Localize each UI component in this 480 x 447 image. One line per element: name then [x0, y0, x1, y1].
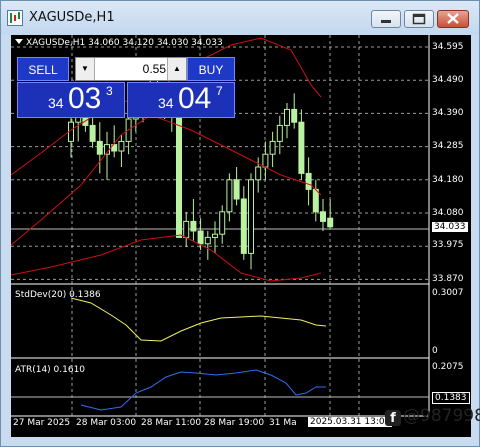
lot-size-value[interactable]: 0.55	[96, 62, 166, 76]
window-title: XAGUSDe,H1	[29, 10, 115, 25]
sell-button[interactable]: SELL	[17, 57, 69, 81]
sell-price-fraction: 3	[106, 84, 113, 98]
lower-band-line	[11, 234, 322, 282]
price-tick: 34.180	[432, 175, 464, 185]
middle-band-line	[11, 114, 322, 246]
candle-body	[298, 121, 305, 174]
minimize-button[interactable]	[371, 10, 401, 28]
lot-increase-icon[interactable]: ▲	[167, 58, 186, 80]
candle-body	[233, 179, 240, 200]
candle-body	[262, 153, 269, 168]
stddev-axis-bottom: 0	[432, 346, 438, 356]
time-tick: 27 Mar 2025	[13, 418, 71, 428]
atr-current-label: 0.1383	[432, 392, 470, 404]
buy-price-fraction: 7	[216, 84, 223, 98]
candle-body	[248, 179, 254, 254]
atr-axis-top: 0.2075	[432, 362, 464, 372]
price-tick: 33.975	[432, 240, 464, 250]
candle-body	[269, 140, 276, 155]
restore-icon	[412, 13, 426, 25]
chart-window-icon	[7, 10, 23, 26]
time-tick: 31 Ma	[269, 418, 297, 428]
atr-line	[80, 369, 326, 411]
price-tick: 34.080	[432, 208, 464, 218]
candle-body	[176, 115, 182, 238]
maximize-button[interactable]	[404, 10, 434, 28]
sell-quote[interactable]: 34 03 3	[17, 82, 125, 118]
candle-body	[89, 124, 96, 142]
candle-body	[312, 188, 319, 213]
buy-price-prefix: 34	[158, 95, 174, 111]
price-tick: 33.870	[432, 274, 464, 284]
stddev-line	[70, 297, 327, 342]
candle-body	[327, 217, 334, 228]
candle-body	[291, 108, 298, 123]
time-tick: 28 Mar 19:00	[204, 418, 265, 428]
price-tick: 34.285	[432, 141, 464, 151]
chart-window: XAGUSDe,H1 XAGUSDe,H1 34.060 34.120 34.0…	[0, 0, 480, 447]
chart-header: XAGUSDe,H1 34.060 34.120 34.030 34.033	[15, 38, 223, 48]
sell-price-prefix: 34	[48, 95, 64, 111]
candle-body	[240, 198, 247, 254]
candle-body	[320, 211, 326, 222]
stddev-label: StdDev(20) 0.1386	[15, 290, 101, 300]
candle-body	[197, 230, 204, 245]
candle-body	[96, 140, 103, 155]
price-chart[interactable]: XAGUSDe,H1 34.060 34.120 34.030 34.033 3…	[11, 35, 471, 437]
watermark: f @987998	[385, 406, 480, 426]
candle-body	[183, 220, 190, 238]
minimize-icon	[381, 20, 391, 23]
candle-body	[219, 211, 226, 235]
buy-button[interactable]: BUY	[187, 57, 235, 81]
facebook-icon: f	[385, 410, 401, 426]
time-tick: 28 Mar 03:00	[76, 418, 137, 428]
candle-body	[255, 166, 262, 181]
price-tick: 34.390	[432, 108, 464, 118]
candle-body	[204, 236, 211, 245]
time-highlight: 2025.03.31 13:00	[308, 417, 393, 427]
atr-label: ATR(14) 0.1610	[15, 365, 86, 375]
price-tick: 34.595	[432, 42, 464, 52]
lot-decrease-icon[interactable]: ▼	[76, 58, 95, 80]
sell-price-big: 03	[68, 82, 102, 115]
buy-price-big: 04	[178, 82, 212, 115]
collapse-triangle-icon[interactable]	[15, 39, 23, 44]
time-tick: 28 Mar 11:00	[141, 418, 202, 428]
close-icon	[447, 13, 459, 24]
candle-body	[276, 124, 283, 142]
current-price-label: 34.033	[432, 222, 468, 232]
stddev-axis-top: 0.3007	[432, 288, 464, 298]
lot-size-field[interactable]: ▼ 0.55 ▲	[75, 57, 187, 81]
candle-body	[212, 233, 218, 238]
candle-body	[284, 108, 290, 126]
close-button[interactable]	[437, 10, 469, 28]
price-tick: 34.490	[432, 75, 464, 85]
candle-body	[226, 179, 233, 213]
candle-body	[305, 172, 312, 190]
candle-body	[190, 220, 197, 232]
buy-quote[interactable]: 34 04 7	[127, 82, 235, 118]
title-bar[interactable]: XAGUSDe,H1	[1, 1, 479, 35]
candle-body	[118, 140, 125, 152]
